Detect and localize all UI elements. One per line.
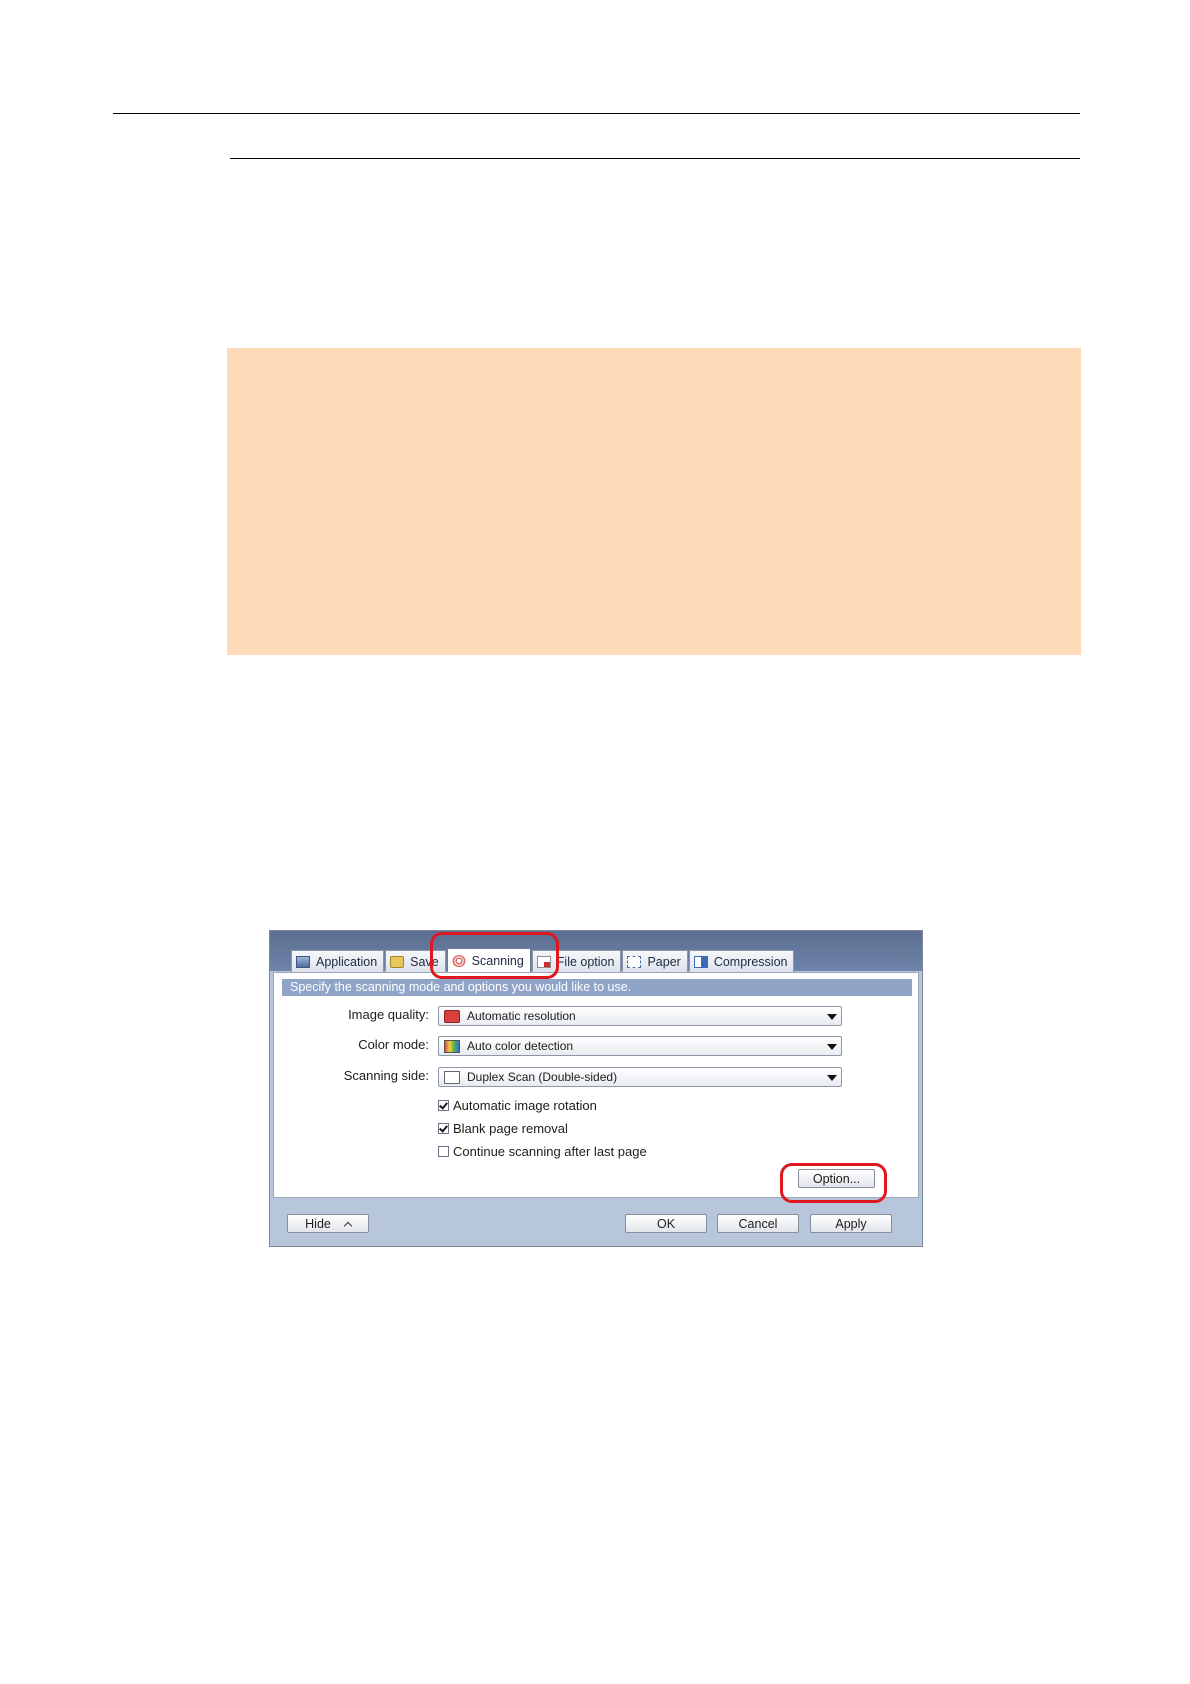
header-rule (113, 113, 1080, 114)
continue-scanning-checkbox[interactable] (438, 1146, 449, 1157)
color-mode-value: Auto color detection (467, 1039, 574, 1053)
continue-scanning-checkbox-row[interactable]: Continue scanning after last page (438, 1144, 647, 1159)
dropdown-arrow-icon (827, 1014, 837, 1020)
compression-icon (693, 955, 708, 968)
save-folder-icon (390, 955, 405, 968)
auto-rotation-checkbox[interactable] (438, 1100, 449, 1111)
tab-label: Paper (647, 954, 681, 969)
tab-description: Specify the scanning mode and options yo… (282, 979, 912, 996)
cancel-button[interactable]: Cancel (717, 1214, 799, 1233)
resolution-icon (444, 1009, 460, 1023)
scanning-side-select[interactable]: Duplex Scan (Double-sided) (438, 1067, 842, 1087)
note-box (227, 348, 1081, 655)
tab-label: Application (316, 954, 378, 969)
ok-button[interactable]: OK (625, 1214, 707, 1233)
scanning-side-label: Scanning side: (343, 1068, 429, 1083)
auto-rotation-label: Automatic image rotation (453, 1098, 597, 1113)
chevron-up-icon (343, 1221, 353, 1230)
hide-button-label: Hide (305, 1216, 331, 1231)
application-icon (296, 955, 310, 968)
tab-label: File option (556, 954, 615, 969)
apply-button[interactable]: Apply (810, 1214, 892, 1233)
image-quality-value: Automatic resolution (467, 1009, 576, 1023)
blank-page-removal-label: Blank page removal (453, 1121, 568, 1136)
tab-application[interactable]: Application (291, 950, 385, 972)
scanning-side-value: Duplex Scan (Double-sided) (467, 1070, 618, 1084)
auto-rotation-checkbox-row[interactable]: Automatic image rotation (438, 1098, 597, 1113)
image-quality-select[interactable]: Automatic resolution (438, 1006, 842, 1026)
option-button-callout (780, 1163, 887, 1203)
section-rule (230, 158, 1080, 159)
color-mode-select[interactable]: Auto color detection (438, 1036, 842, 1056)
continue-scanning-label: Continue scanning after last page (453, 1144, 647, 1159)
tab-label: Compression (713, 954, 788, 969)
tab-compression[interactable]: Compression (688, 950, 795, 972)
tab-paper[interactable]: Paper (622, 950, 688, 972)
document-page-icon (444, 1070, 460, 1084)
color-mode-label: Color mode: (358, 1037, 429, 1052)
paper-icon (627, 955, 642, 968)
color-mode-icon (444, 1039, 460, 1053)
blank-page-removal-checkbox[interactable] (438, 1123, 449, 1134)
blank-page-removal-checkbox-row[interactable]: Blank page removal (438, 1121, 568, 1136)
dropdown-arrow-icon (827, 1075, 837, 1081)
image-quality-label: Image quality: (348, 1007, 429, 1022)
hide-button[interactable]: Hide (287, 1214, 369, 1233)
dropdown-arrow-icon (827, 1044, 837, 1050)
scanning-tab-callout (430, 932, 559, 979)
